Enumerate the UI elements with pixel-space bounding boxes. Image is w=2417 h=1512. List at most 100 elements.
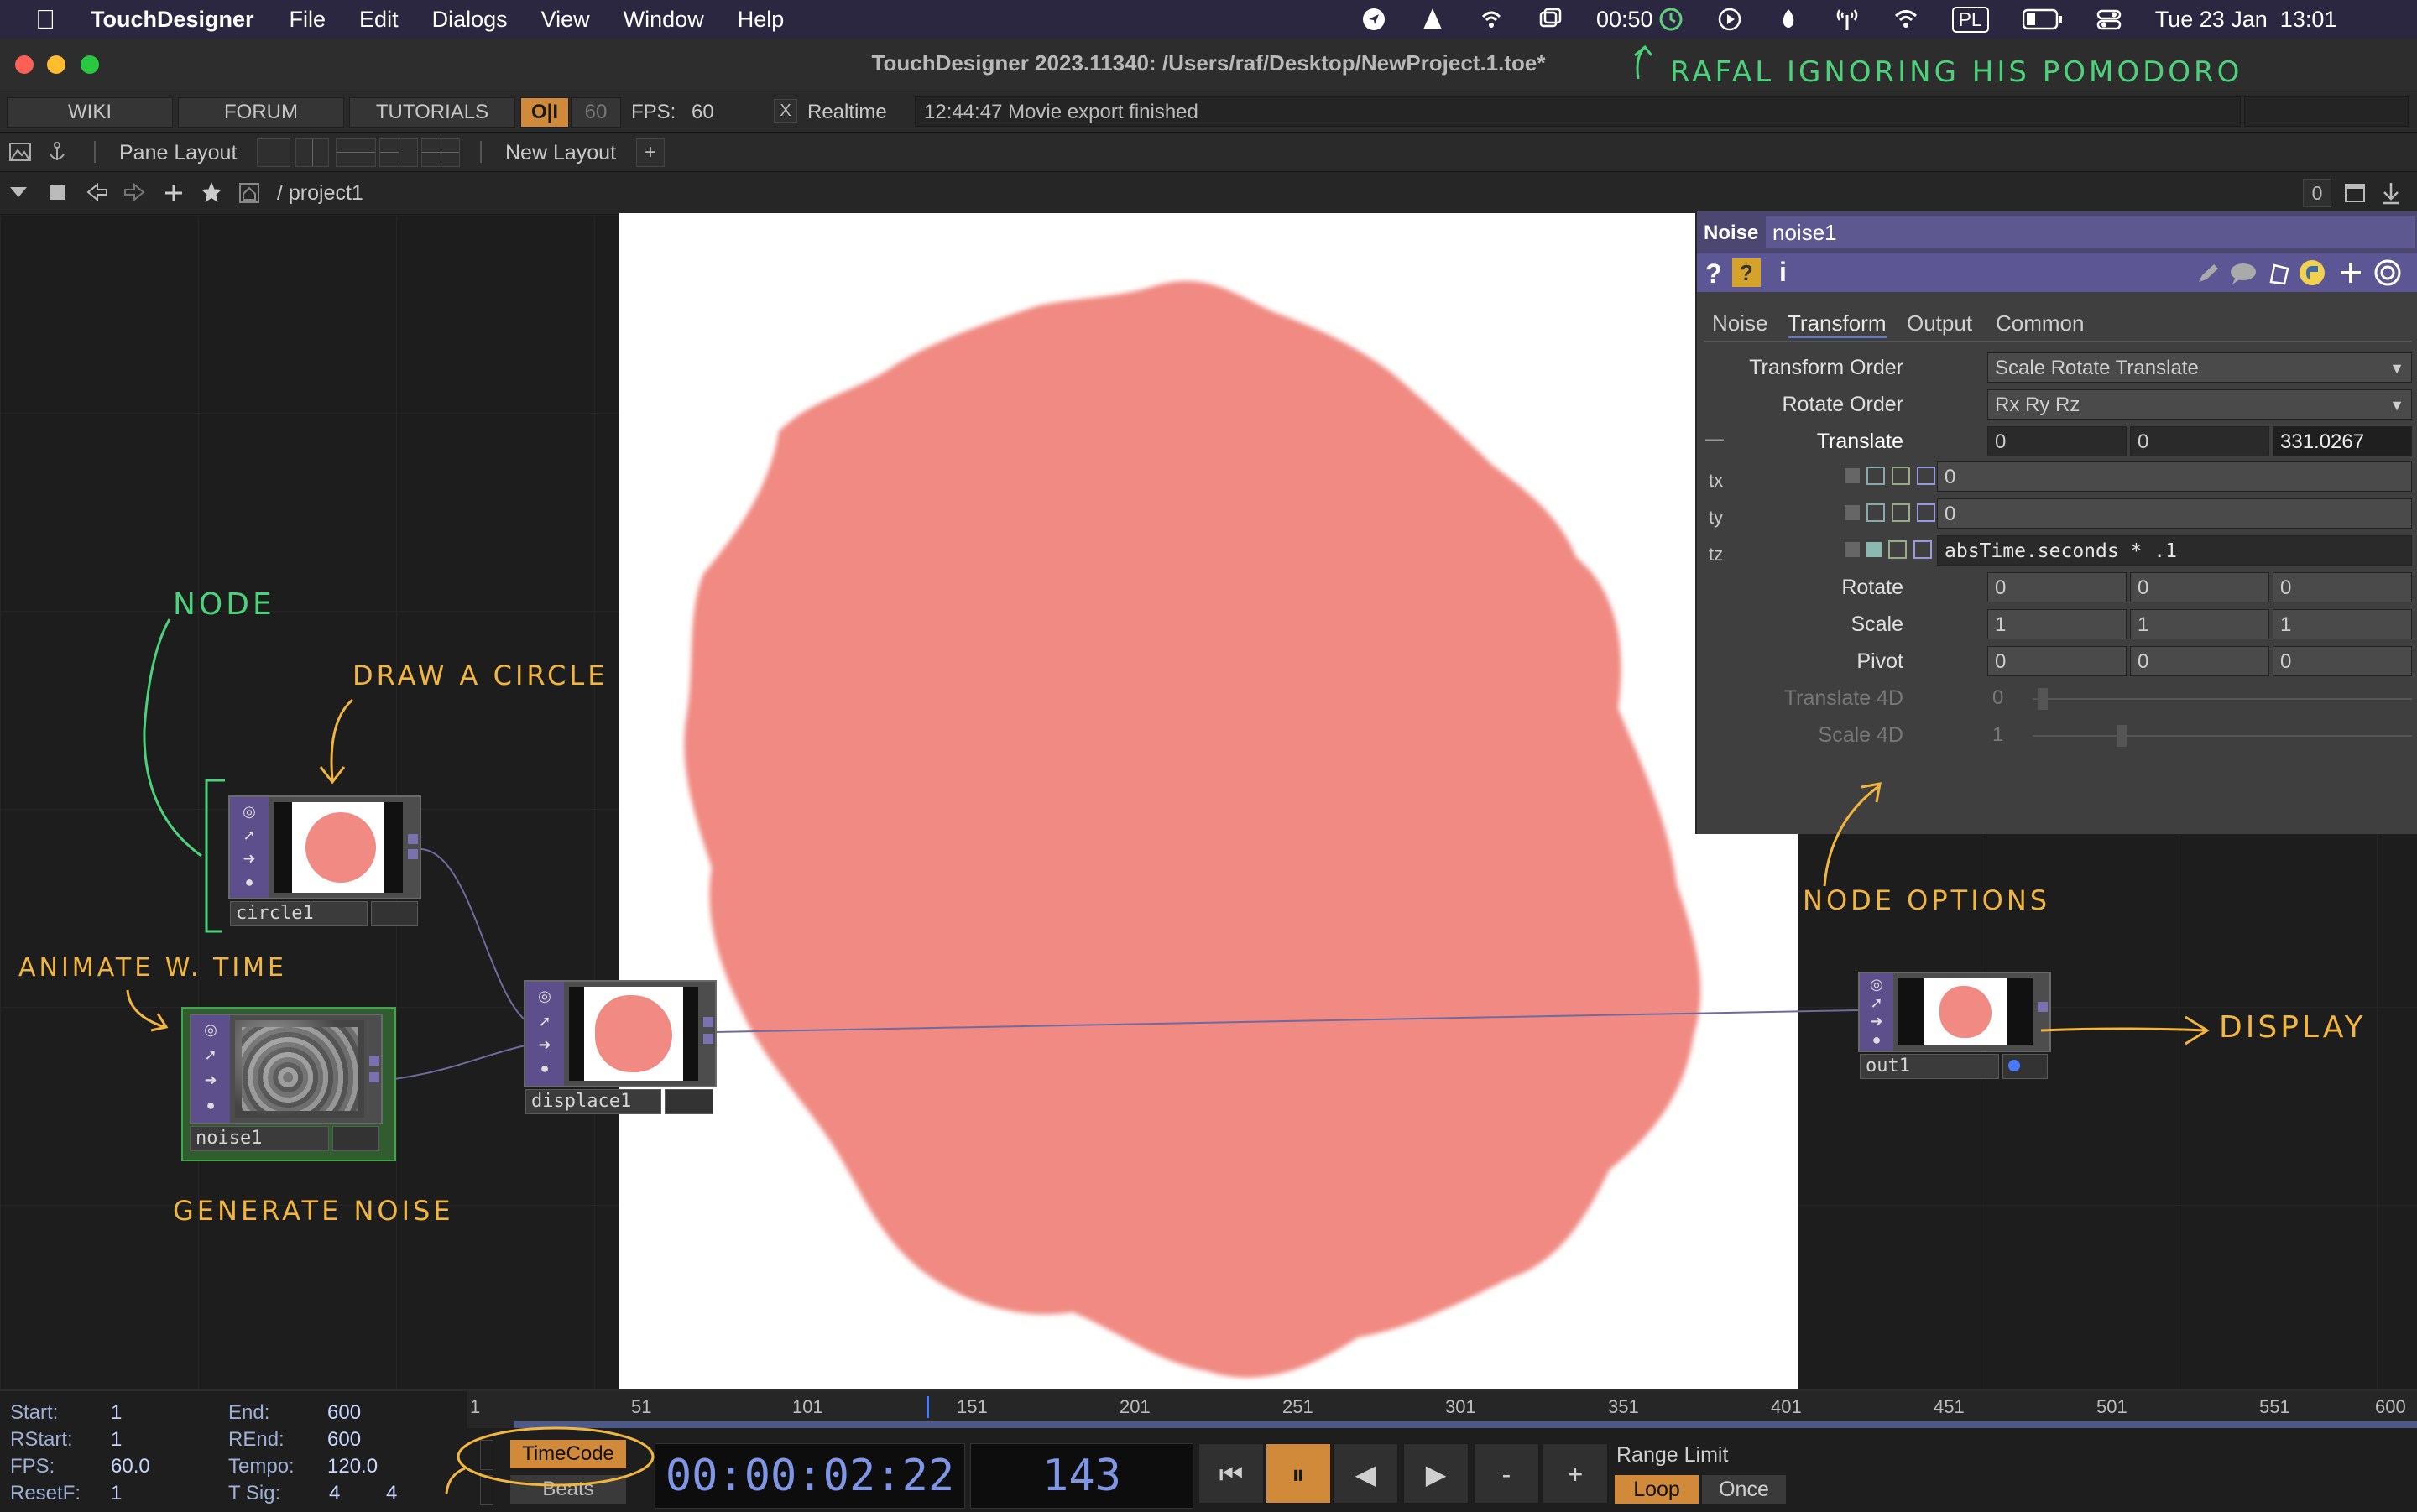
forward-arrow-icon[interactable] (123, 182, 146, 202)
arrow-flag-icon[interactable]: ➜ (201, 1071, 220, 1089)
arrow-flag-icon[interactable]: ➜ (535, 1035, 554, 1054)
pivot-x-field[interactable]: 0 (1987, 646, 2127, 676)
app-menu[interactable]: TouchDesigner (91, 7, 254, 33)
playhead[interactable] (927, 1396, 929, 1418)
node-flag-buttons[interactable] (332, 1126, 379, 1151)
node-flag-buttons[interactable] (665, 1089, 713, 1114)
pencil-icon[interactable] (2195, 262, 2221, 285)
output-connector[interactable] (703, 1017, 713, 1027)
tutorials-button[interactable]: TUTORIALS (349, 97, 515, 128)
add-layout-button[interactable]: + (636, 138, 665, 167)
help-icon[interactable]: ? (1705, 258, 1722, 289)
node-displace1[interactable]: ◎ ➚ ➜ ● displace1 (524, 980, 717, 1114)
timeline-ruler[interactable]: 1 51 101 151 201 251 301 351 401 451 501… (467, 1391, 2417, 1428)
node-flag-buttons[interactable] (371, 901, 418, 926)
step-forward-button[interactable]: ▶ (1403, 1443, 1469, 1504)
layout-four-button[interactable] (421, 138, 460, 167)
once-button[interactable]: Once (1702, 1475, 1786, 1504)
pane-image-icon[interactable] (8, 140, 32, 164)
arrow-flag-icon[interactable]: ➜ (1867, 1012, 1886, 1030)
tab-output[interactable]: Output (1907, 310, 1972, 336)
ty-mode-buttons[interactable] (1845, 503, 1935, 522)
translate-4d-slider[interactable] (2033, 688, 2412, 710)
viewer-flag-icon[interactable]: ◎ (201, 1020, 220, 1039)
layout-three-button[interactable] (379, 138, 418, 167)
rend-value[interactable]: 600 (327, 1428, 361, 1452)
antenna-icon[interactable] (1835, 7, 1860, 32)
forum-button[interactable]: FORUM (178, 97, 344, 128)
rstart-value[interactable]: 1 (111, 1428, 122, 1452)
output-connector[interactable] (369, 1072, 379, 1082)
network-path[interactable]: / project1 (277, 181, 363, 206)
input-language-badge[interactable]: PL (1951, 6, 1989, 33)
play-icon[interactable] (1717, 7, 1742, 32)
node-out1[interactable]: ◎ ➚ ➜ ● out1 (1858, 972, 2051, 1079)
edit-flag-icon[interactable]: ➚ (201, 1045, 220, 1064)
info-icon[interactable]: i (1779, 257, 1787, 288)
back-arrow-icon[interactable] (86, 182, 109, 202)
pivot-y-field[interactable]: 0 (2130, 646, 2269, 676)
oi-toggle-button[interactable]: O|I (520, 97, 569, 128)
start-value[interactable]: 1 (111, 1401, 122, 1425)
menu-view[interactable]: View (541, 7, 590, 33)
windows-icon[interactable] (1537, 7, 1563, 32)
output-connector[interactable] (703, 1034, 713, 1044)
output-connector[interactable] (408, 834, 418, 844)
scale-z-field[interactable]: 1 (2273, 609, 2412, 639)
loop-button[interactable]: Loop (1615, 1475, 1699, 1504)
menu-help[interactable]: Help (738, 7, 785, 33)
rotate-order-select[interactable]: Rx Ry Rz ▼ (1987, 389, 2412, 420)
battery-icon[interactable] (2022, 8, 2063, 30)
tab-common[interactable]: Common (1996, 310, 2084, 336)
location-icon[interactable] (1361, 7, 1386, 32)
tab-transform[interactable]: Transform (1788, 310, 1887, 338)
star-icon[interactable] (200, 180, 223, 204)
rewind-button[interactable]: ⏮ (1198, 1443, 1264, 1504)
add-icon[interactable] (163, 182, 185, 204)
wifi-icon[interactable] (1893, 7, 1918, 32)
menu-edit[interactable]: Edit (359, 7, 399, 33)
arrow-flag-icon[interactable]: ➜ (240, 849, 258, 868)
viewer-flag-icon[interactable]: ◎ (240, 802, 258, 821)
tz-expression-field[interactable]: absTime.seconds * .1 (1937, 535, 2412, 566)
stop-icon[interactable] (47, 182, 67, 202)
node-name-label[interactable]: displace1 (525, 1089, 661, 1114)
tab-noise[interactable]: Noise (1712, 310, 1767, 336)
target-icon[interactable] (2373, 258, 2402, 287)
output-connector[interactable] (408, 849, 418, 859)
download-arrow-icon[interactable] (2380, 180, 2402, 206)
tz-mode-buttons[interactable] (1845, 540, 1932, 559)
bypass-flag-icon[interactable]: ● (535, 1059, 554, 1077)
chevron-down-icon[interactable] (8, 184, 29, 201)
slower-button[interactable]: - (1474, 1443, 1539, 1504)
pause-button[interactable]: ⏸ (1266, 1443, 1331, 1504)
node-flag-buttons[interactable] (2002, 1054, 2048, 1079)
op-name-field[interactable]: noise1 (1766, 216, 2415, 248)
tsig-a-value[interactable]: 4 (329, 1482, 340, 1505)
bookmark-icon[interactable] (2266, 260, 2293, 287)
tx-field[interactable]: 0 (1937, 461, 2412, 492)
clock-datetime[interactable]: Tue 23 Jan 13:01 (2155, 7, 2337, 33)
node-circle1[interactable]: ◎ ➚ ➜ ● circle1 (228, 795, 421, 926)
pomodoro-clock-icon[interactable] (1658, 7, 1684, 32)
scale-4d-slider[interactable] (2033, 725, 2412, 747)
apple-icon[interactable]:  (35, 4, 55, 35)
tempo-value[interactable]: 120.0 (327, 1455, 378, 1478)
step-back-button[interactable]: ◀ (1333, 1443, 1398, 1504)
bypass-flag-icon[interactable]: ● (201, 1096, 220, 1114)
collapse-dash[interactable]: — (1705, 428, 1724, 450)
python-help-icon[interactable]: ? (1732, 258, 1761, 287)
viewer-flag-icon[interactable]: ◎ (1867, 975, 1886, 993)
pomodoro-timer[interactable]: 00:50 (1596, 7, 1653, 33)
flame-icon[interactable] (1776, 7, 1801, 32)
fps-value[interactable]: 60.0 (111, 1455, 150, 1478)
fps-cap-field[interactable]: 60 (571, 97, 621, 128)
edit-flag-icon[interactable]: ➚ (1867, 993, 1886, 1012)
translate-z-field[interactable]: 331.0267 (2273, 426, 2412, 456)
translate-x-field[interactable]: 0 (1987, 426, 2127, 456)
edit-flag-icon[interactable]: ➚ (535, 1012, 554, 1030)
rotate-z-field[interactable]: 0 (2273, 572, 2412, 602)
pivot-z-field[interactable]: 0 (2273, 646, 2412, 676)
bypass-flag-icon[interactable]: ● (1867, 1030, 1886, 1049)
frame-display[interactable]: 143 (970, 1443, 1193, 1509)
